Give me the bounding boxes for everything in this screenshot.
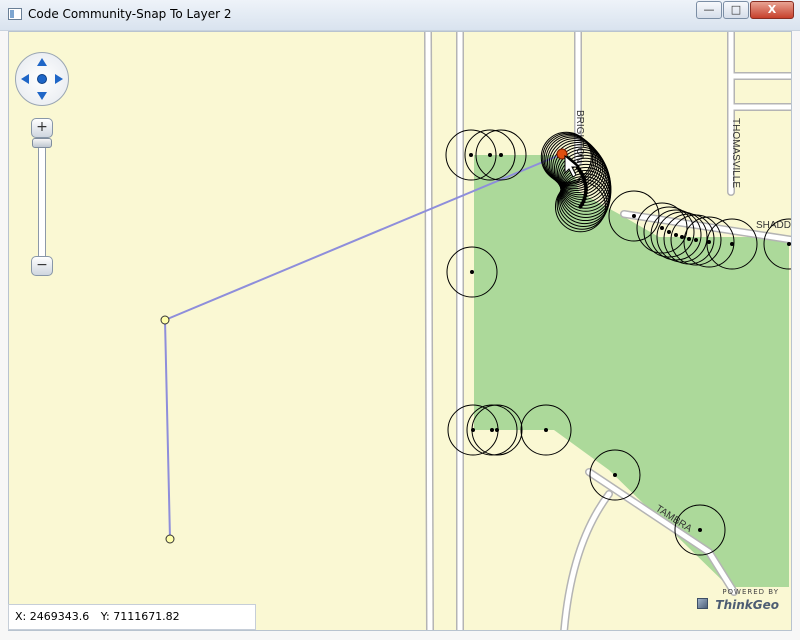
zoom-out-button[interactable]: − <box>31 256 53 276</box>
street-label-shadd: SHADD <box>756 220 791 231</box>
snap-target-point <box>667 230 671 234</box>
snap-target-point <box>495 428 499 432</box>
snap-target-point <box>698 528 702 532</box>
window-controls: — □ X <box>695 1 794 21</box>
pan-control[interactable] <box>15 52 69 106</box>
snap-target-point <box>578 204 583 209</box>
zoom-slider-thumb[interactable] <box>32 138 52 148</box>
zoom-control: + − <box>31 118 53 278</box>
pan-center-icon[interactable] <box>37 74 47 84</box>
window-title: Code Community-Snap To Layer 2 <box>28 7 232 21</box>
snap-target-point <box>490 428 494 432</box>
snap-target-point <box>730 242 734 246</box>
map-control[interactable]: BRIGHTON THOMASVILLE SHADD TAMBRA + − PO… <box>8 31 792 631</box>
snap-target-point <box>687 237 691 241</box>
thinkgeo-name: ThinkGeo <box>715 598 779 612</box>
coordinate-status-bar: X: 2469343.6 Y: 7111671.82 <box>8 604 256 630</box>
snap-target-point <box>499 153 503 157</box>
snap-target-point <box>694 238 698 242</box>
snap-target-point <box>674 233 678 237</box>
line-vertex-start[interactable] <box>165 534 175 544</box>
snap-target-point <box>469 153 473 157</box>
snap-target-point <box>680 235 684 239</box>
line-vertex-middle[interactable] <box>160 315 170 325</box>
street-label-thomasville: THOMASVILLE <box>730 118 741 188</box>
thinkgeo-cube-icon <box>697 598 708 609</box>
map-canvas[interactable]: BRIGHTON THOMASVILLE SHADD TAMBRA <box>9 32 792 631</box>
zoom-in-button[interactable]: + <box>31 118 53 138</box>
application-window: Code Community-Snap To Layer 2 — □ X BRI… <box>0 0 800 640</box>
snap-target-point <box>787 242 791 246</box>
y-coordinate: Y: 7111671.82 <box>100 610 180 623</box>
close-button[interactable]: X <box>750 1 794 19</box>
snap-target-point <box>544 428 548 432</box>
pan-right-icon[interactable] <box>55 74 63 84</box>
snap-target-point <box>632 214 636 218</box>
title-bar[interactable]: Code Community-Snap To Layer 2 — □ X <box>0 0 800 31</box>
x-coordinate: X: 2469343.6 <box>15 610 90 623</box>
snap-target-point <box>470 270 474 274</box>
maximize-button[interactable]: □ <box>723 1 749 19</box>
zoom-track[interactable] <box>38 136 46 258</box>
powered-by-label: POWERED BY <box>722 588 779 596</box>
app-icon <box>8 8 22 20</box>
minimize-button[interactable]: — <box>696 1 722 19</box>
thinkgeo-logo: POWERED BY ThinkGeo <box>697 588 781 618</box>
snap-target-point <box>488 153 492 157</box>
snap-target-point <box>660 226 664 230</box>
snap-target-point <box>613 473 617 477</box>
pan-down-icon[interactable] <box>37 92 47 100</box>
pan-left-icon[interactable] <box>21 74 29 84</box>
pan-up-icon[interactable] <box>37 58 47 66</box>
